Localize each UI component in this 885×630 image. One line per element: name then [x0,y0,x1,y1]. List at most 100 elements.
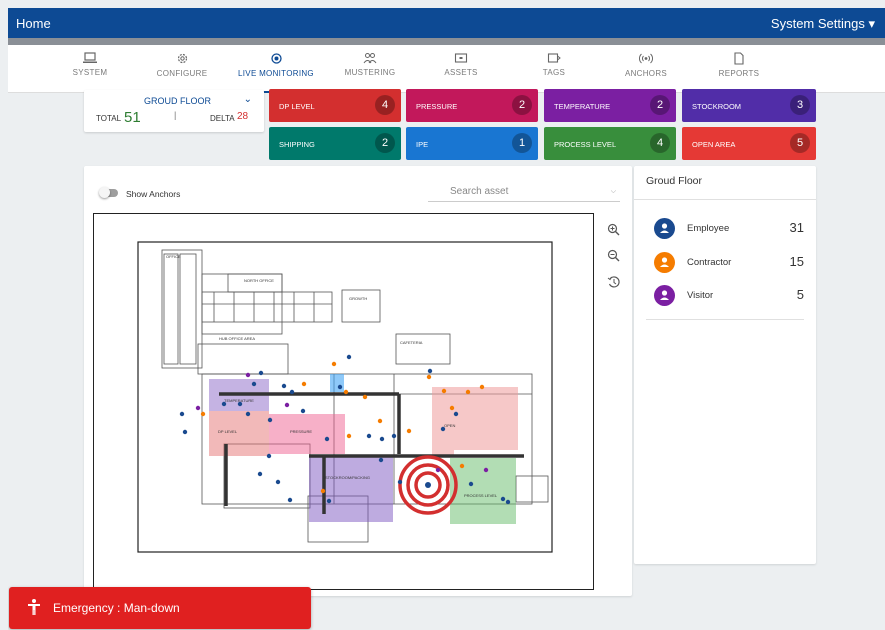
location-target-icon [270,53,282,64]
zone-card-ipe[interactable]: IPE 1 [406,127,538,160]
plan-label-pressure: PRESSURE [290,429,312,434]
chevron-down-icon[interactable]: ⌵ [611,188,616,196]
open-zone [432,387,518,457]
tab-assets[interactable]: ASSETS [436,45,486,93]
zoom-in-icon[interactable] [606,222,622,238]
divider [646,319,804,320]
tab-label: ANCHORS [624,69,668,78]
person-icon [654,252,675,273]
tab-tags[interactable]: TAGS [534,45,574,93]
zone-label: TEMPERATURE [554,102,611,111]
system-settings-menu[interactable]: System Settings ▾ [771,16,875,32]
zone-card-process-level[interactable]: PROCESS LEVEL 4 [544,127,676,160]
chevron-down-icon[interactable]: ⌄ [244,94,252,105]
summary-row-visitor[interactable]: Visitor 5 [654,285,804,306]
floor-summary-panel: Groud Floor Employee 31 Contractor 15 Vi… [634,166,816,564]
summary-row-employee[interactable]: Employee 31 [654,218,804,239]
floor-plan-map[interactable]: OFFICE NORTH OFFICE GROWTH HUB OFFICE AR… [93,213,594,590]
gear-icon [177,53,187,64]
zone-count-badge: 2 [512,95,532,115]
group-icon [363,53,377,64]
pressure-zone [269,414,345,454]
summary-value: 5 [796,287,804,302]
map-panel: Show Anchors Search asset ⌵ OFFICE NORTH… [84,166,632,596]
person-icon [654,285,675,306]
tab-configure[interactable]: CONFIGURE [150,45,214,93]
delta-label: DELTA [210,114,235,123]
zone-label: STOCKROOM [692,102,742,111]
zone-count-badge: 3 [790,95,810,115]
zoom-out-icon[interactable] [606,248,622,264]
ipe-zone [330,374,344,392]
zone-count-badge: 1 [512,133,532,153]
zone-card-dp-level[interactable]: DP LEVEL 4 [269,89,401,122]
man-down-icon [28,599,40,615]
zone-count-badge: 4 [375,95,395,115]
summary-value: 31 [789,220,804,235]
top-app-bar: Home System Settings ▾ [8,8,885,38]
tab-label: SYSTEM [72,68,108,77]
floor-plan-drawing: OFFICE NORTH OFFICE GROWTH HUB OFFICE AR… [137,241,553,553]
zone-label: SHIPPING [279,140,315,149]
plan-label-cafeteria: CAFETERIA [400,340,423,345]
emergency-alert-banner[interactable]: Emergency : Man-down [9,587,311,629]
header-divider [8,38,885,45]
zone-count-badge: 5 [790,133,810,153]
toggle-knob[interactable] [99,187,110,198]
zone-card-stockroom[interactable]: STOCKROOM 3 [682,89,816,122]
document-icon [734,52,744,65]
plan-label-dp-level: DP LEVEL [218,429,238,434]
summary-label: Visitor [687,290,714,301]
tab-live-monitoring[interactable]: LIVE MONITORING [235,45,317,93]
zone-card-open-area[interactable]: OPEN AREA 5 [682,127,816,160]
search-asset-select[interactable]: Search asset ⌵ [428,178,620,202]
floor-name: GROUD FLOOR [144,96,212,106]
main-nav: SYSTEM CONFIGURE LIVE MONITORING MUSTERI… [8,45,885,93]
stat-separator: | [174,110,177,120]
delta-value: 28 [237,111,249,122]
zone-card-shipping[interactable]: SHIPPING 2 [269,127,401,160]
tab-reports[interactable]: REPORTS [714,45,764,93]
tab-mustering[interactable]: MUSTERING [339,45,401,93]
plan-label-stockroom: STOCKROOM/PACKING [325,475,370,480]
zone-label: DP LEVEL [279,102,315,111]
plan-label-office: OFFICE [166,254,181,259]
tag-icon [547,53,561,63]
tab-label: LIVE MONITORING [238,69,314,78]
summary-label: Contractor [687,257,732,268]
tab-label: CONFIGURE [156,69,208,78]
summary-label: Employee [687,223,730,234]
asset-box-icon [454,53,468,63]
summary-title: Groud Floor [646,175,703,187]
zone-card-temperature[interactable]: TEMPERATURE 2 [544,89,676,122]
zone-count-badge: 2 [375,133,395,153]
zone-count-badge: 2 [650,95,670,115]
show-anchors-label: Show Anchors [126,189,181,199]
app-frame: Home System Settings ▾ SYSTEM CONFIGURE … [8,8,885,630]
plan-label-process-level: PROCESS LEVEL [464,493,498,498]
zone-count-badge: 4 [650,133,670,153]
tab-system[interactable]: SYSTEM [60,45,120,93]
floor-selector[interactable]: GROUD FLOOR ⌄ TOTAL 51 | DELTA 28 [84,90,264,132]
show-anchors-toggle[interactable] [99,187,118,198]
anchor-signal-icon [639,53,653,64]
home-link[interactable]: Home [16,16,51,31]
summary-row-contractor[interactable]: Contractor 15 [654,252,804,273]
laptop-icon [83,52,97,63]
zone-label: IPE [416,140,429,149]
zone-card-pressure[interactable]: PRESSURE 2 [406,89,538,122]
divider [634,199,816,200]
search-placeholder: Search asset [450,186,509,197]
plan-label-growth: GROWTH [349,296,367,301]
reset-history-icon[interactable] [606,274,622,290]
total-value: 51 [124,109,141,126]
process-level-zone [450,458,516,524]
zone-label: PROCESS LEVEL [554,140,617,149]
tab-label: ASSETS [444,68,478,77]
emergency-text: Emergency : Man-down [53,601,180,615]
person-icon [654,218,675,239]
plan-label-open: OPEN [444,423,455,428]
tab-anchors[interactable]: ANCHORS [623,45,669,93]
zone-label: OPEN AREA [692,140,736,149]
tab-label: TAGS [542,68,566,77]
